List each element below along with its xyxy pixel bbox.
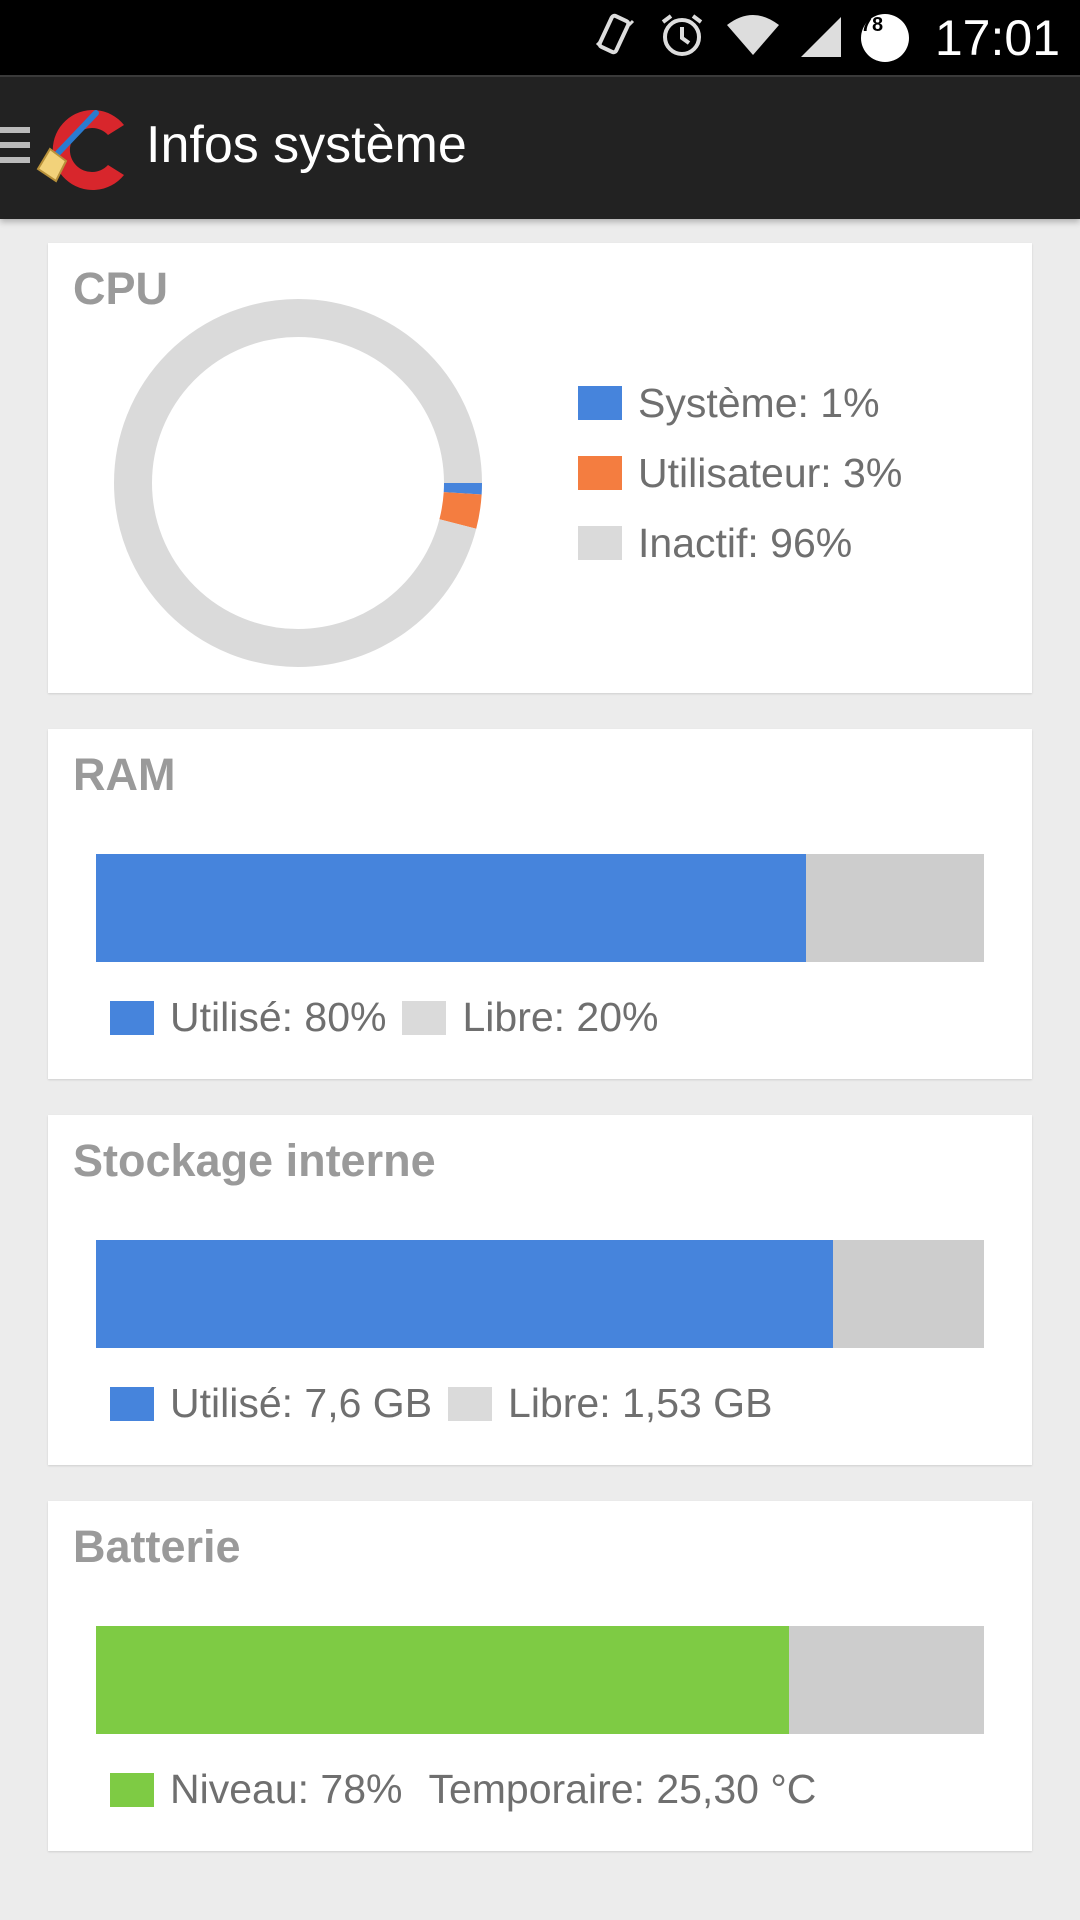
swatch-user (578, 456, 622, 490)
ram-legend-used: Utilisé: 80% (110, 994, 386, 1041)
status-icons: 78 17:01 (591, 0, 1060, 75)
clock: 17:01 (934, 9, 1060, 66)
swatch-free (402, 1000, 447, 1035)
storage-card-title: Stockage interne (73, 1135, 436, 1186)
cpu-card: CPU Système: 1% Utilisateur: 3% Inactif:… (48, 243, 1032, 693)
storage-legend-used: Utilisé: 7,6 GB (110, 1380, 432, 1427)
battery-temp-label: Temporaire: 25,30 °C (428, 1766, 817, 1812)
ram-usage-bar (96, 854, 984, 962)
hamburger-menu-icon[interactable] (0, 127, 30, 171)
cpu-legend-system: Système: 1% (578, 379, 902, 426)
ram-legend-free: Libre: 20% (402, 994, 659, 1041)
battery-level-label: Niveau: 78% (170, 1766, 403, 1812)
ram-card: RAM Utilisé: 80% Libre: 20% (48, 729, 1032, 1079)
storage-card: Stockage interne Utilisé: 7,6 GB Libre: … (48, 1115, 1032, 1465)
swatch-used (110, 1386, 154, 1421)
vibrate-icon (591, 11, 639, 64)
swatch-free (448, 1386, 493, 1421)
battery-legend-temp: Temporaire: 25,30 °C (428, 1766, 816, 1813)
ram-card-title: RAM (73, 749, 176, 800)
ram-legend: Utilisé: 80% Libre: 20% (110, 994, 675, 1041)
cpu-legend-user-label: Utilisateur: 3% (638, 449, 903, 496)
cpu-legend: Système: 1% Utilisateur: 3% Inactif: 96% (578, 379, 918, 591)
battery-level-text: 78 (860, 13, 884, 36)
cpu-legend-user: Utilisateur: 3% (578, 449, 903, 496)
page-title: Infos système (146, 116, 467, 174)
ram-used-fill (96, 854, 807, 962)
storage-used-fill (96, 1240, 834, 1348)
battery-icon: 78 (860, 13, 909, 62)
storage-free-label: Libre: 1,53 GB (508, 1380, 773, 1426)
cpu-slice-idle (114, 299, 482, 667)
status-bar: 78 17:01 (0, 0, 1080, 75)
cpu-legend-system-label: Système: 1% (638, 379, 880, 426)
storage-legend: Utilisé: 7,6 GB Libre: 1,53 GB (110, 1380, 788, 1427)
battery-card-title: Batterie (73, 1521, 241, 1572)
storage-legend-free: Libre: 1,53 GB (448, 1380, 772, 1427)
signal-icon (799, 11, 843, 64)
storage-used-label: Utilisé: 7,6 GB (170, 1380, 433, 1426)
swatch-used (110, 1000, 154, 1035)
swatch-level (110, 1772, 154, 1807)
wifi-icon (725, 11, 781, 64)
swatch-idle (578, 526, 622, 560)
action-bar: Infos système (0, 75, 1080, 219)
cpu-legend-idle-label: Inactif: 96% (638, 519, 853, 566)
ccleaner-logo-icon[interactable] (36, 103, 134, 193)
alarm-icon (657, 10, 707, 65)
ram-used-label: Utilisé: 80% (170, 994, 387, 1040)
cpu-legend-idle: Inactif: 96% (578, 519, 902, 566)
ram-free-label: Libre: 20% (462, 994, 659, 1040)
cpu-donut-chart (114, 299, 482, 667)
swatch-system (578, 386, 622, 420)
battery-legend-level: Niveau: 78% (110, 1766, 402, 1813)
battery-card: Batterie Niveau: 78% Temporaire: 25,30 °… (48, 1501, 1032, 1851)
storage-usage-bar (96, 1240, 984, 1348)
battery-legend: Niveau: 78% Temporaire: 25,30 °C (110, 1766, 832, 1813)
battery-level-bar (96, 1626, 984, 1734)
battery-level-fill (96, 1626, 789, 1734)
